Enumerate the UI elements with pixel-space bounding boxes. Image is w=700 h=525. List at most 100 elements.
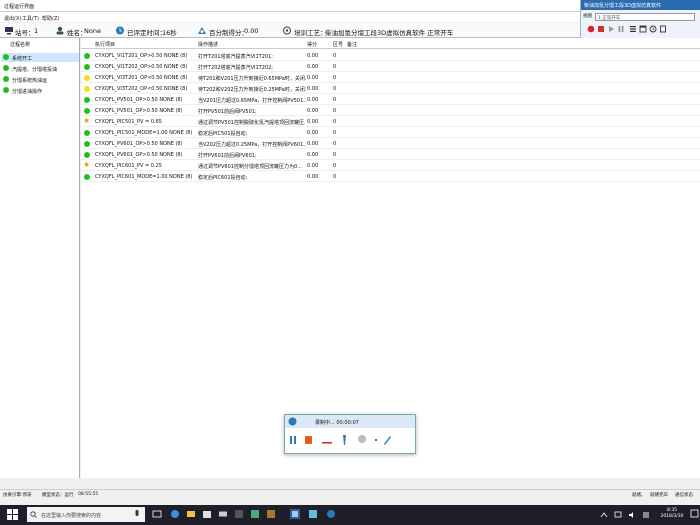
volume-icon[interactable] bbox=[628, 511, 636, 519]
star-icon: ★ bbox=[83, 116, 91, 125]
step-description: 当V202压力超过0.25MPa，打开控制阀PV601... bbox=[198, 142, 306, 148]
table-row[interactable]: CYXQFL_VI1T201_OP>0.50 NONE (8) 打开T201塔底汽… bbox=[81, 50, 700, 61]
step-zone: 0 bbox=[333, 174, 337, 180]
app-icon[interactable] bbox=[266, 509, 276, 519]
step-zone: 0 bbox=[333, 163, 337, 169]
file-explorer-icon[interactable] bbox=[186, 509, 196, 519]
mail-icon[interactable] bbox=[218, 509, 228, 519]
eraser-icon[interactable] bbox=[357, 434, 367, 446]
window-icon[interactable] bbox=[639, 25, 647, 33]
step-item: CYXQFL_PIC601_MODE=1.00 NONE (8) bbox=[95, 174, 193, 180]
column-header: 备注 bbox=[347, 42, 358, 48]
step-score: 0.00 bbox=[307, 86, 319, 92]
step-description: 通过调节PV501控制脱硫化氢汽提塔顶回流罐压... bbox=[198, 120, 306, 126]
simulator-app-icon[interactable] bbox=[290, 509, 300, 519]
process-item-label: 汽提塔、分馏塔投油 bbox=[12, 66, 58, 73]
step-zone: 0 bbox=[333, 97, 337, 103]
status-dot-icon bbox=[84, 63, 90, 70]
menu-tools[interactable]: 工具(T) bbox=[22, 15, 39, 22]
step-item: CYXQFL_PV601_OP>0.50 NONE (8) bbox=[95, 152, 183, 158]
status-time: 08:55:55 bbox=[78, 492, 99, 497]
app-icon[interactable] bbox=[234, 509, 244, 519]
microphone-icon[interactable] bbox=[133, 509, 141, 520]
table-row[interactable]: ★ CYXQFL_PIC601_PV = 0.25 通过调节PV601控制分馏塔顶回… bbox=[81, 160, 700, 171]
column-header: 得分 bbox=[307, 42, 318, 48]
process-item-label: 分馏进油操作 bbox=[12, 88, 43, 95]
table-row[interactable]: CYXQFL_VI3T201_OP<0.50 NONE (8) 待T201和V20… bbox=[81, 72, 700, 83]
comm-status: 通信状态 bbox=[675, 493, 693, 498]
pause-icon[interactable] bbox=[289, 435, 297, 445]
computer-icon bbox=[5, 27, 13, 35]
notification-icon[interactable] bbox=[690, 509, 699, 519]
app-icon[interactable] bbox=[250, 509, 260, 519]
list-icon[interactable] bbox=[629, 25, 637, 33]
step-description: 稳定后PIC601投自动; bbox=[198, 175, 248, 181]
name-value: None bbox=[84, 27, 101, 35]
step-item: CYXQFL_PV601_OP>0.50 NONE (8) bbox=[95, 141, 183, 147]
step-score: 0.00 bbox=[307, 152, 319, 158]
step-zone: 0 bbox=[333, 130, 337, 136]
step-description: 打开T201塔底汽提蒸汽VI1T201; bbox=[198, 54, 273, 60]
marker-icon[interactable] bbox=[382, 434, 392, 446]
task-view-icon[interactable] bbox=[152, 509, 162, 519]
table-row[interactable]: CYXQFL_VI3T202_OP<0.50 NONE (8) 待T202和V20… bbox=[81, 83, 700, 94]
process-item[interactable]: 分馏进油操作 bbox=[1, 86, 79, 95]
more-icon[interactable] bbox=[373, 435, 379, 445]
table-row[interactable]: CYXQFL_PV501_OP>0.50 NONE (8) 当V201压力超过0.… bbox=[81, 94, 700, 105]
input-method-icon[interactable] bbox=[642, 511, 650, 519]
taskbar-clock[interactable]: 8:35 2018/3/30 bbox=[655, 508, 689, 520]
status-dot-icon bbox=[3, 87, 9, 93]
step-item: CYXQFL_PV501_OP>0.50 NONE (8) bbox=[95, 108, 183, 114]
app-icon[interactable] bbox=[308, 509, 318, 519]
view-select[interactable]: 1.正常开车 bbox=[595, 13, 695, 21]
process-item[interactable]: 分馏系统热油运 bbox=[1, 75, 79, 84]
table-row[interactable]: CYXQFL_PV601_OP>0.50 NONE (8) 打开PV601前后阀P… bbox=[81, 149, 700, 160]
store-icon[interactable] bbox=[202, 509, 212, 519]
header-divider bbox=[81, 48, 700, 49]
menu-exit[interactable]: 退出(X) bbox=[4, 15, 21, 22]
underline-icon[interactable] bbox=[322, 441, 332, 445]
status-dot-icon bbox=[84, 107, 90, 114]
pause-icon[interactable] bbox=[617, 25, 625, 33]
stop-icon[interactable] bbox=[597, 25, 605, 33]
table-row[interactable]: CYXQFL_PIC501_MODE=1.00 NONE (8) 稳定后PIC50… bbox=[81, 127, 700, 138]
step-zone: 0 bbox=[333, 53, 337, 59]
process-value: 柴油加氢分馏工段3D虚拟仿真软件 正常开车 bbox=[325, 29, 454, 37]
step-score: 0.00 bbox=[307, 141, 319, 147]
station-label: 站号： bbox=[15, 29, 35, 37]
table-row[interactable]: CYXQFL_PV501_OP>0.50 NONE (8) 打开PV501前后阀P… bbox=[81, 105, 700, 116]
network-icon[interactable] bbox=[614, 511, 622, 519]
step-description: 通过调节PV601控制分馏塔顶回流罐压力为0... bbox=[198, 164, 302, 170]
search-icon bbox=[30, 511, 37, 518]
table-row[interactable]: CYXQFL_PIC601_MODE=1.00 NONE (8) 稳定后PIC60… bbox=[81, 171, 700, 182]
play-icon[interactable] bbox=[607, 25, 615, 33]
recorder-header: 录制中... 00:00:07 bbox=[285, 415, 415, 428]
windows-start-icon[interactable] bbox=[7, 509, 18, 520]
engine-status: 仿真引擎:停滞 bbox=[3, 493, 32, 498]
table-row[interactable]: CYXQFL_VI1T202_OP>0.50 NONE (8) 打开T202塔底汽… bbox=[81, 61, 700, 72]
tray-arrow-icon[interactable] bbox=[600, 511, 608, 519]
step-score: 0.00 bbox=[307, 174, 319, 180]
menu-help[interactable]: 帮助(Z) bbox=[42, 15, 59, 22]
recorder-status: 录制中... 00:00:07 bbox=[315, 420, 359, 426]
process-label: 培训工艺： bbox=[294, 29, 327, 37]
taskbar-search[interactable]: 在这里输入你要搜索的内容 bbox=[27, 507, 145, 522]
document-icon[interactable] bbox=[659, 25, 667, 33]
edge-icon[interactable] bbox=[170, 509, 180, 519]
stop-icon[interactable] bbox=[304, 435, 313, 445]
record-icon[interactable] bbox=[587, 25, 595, 33]
pen-icon[interactable] bbox=[340, 434, 349, 446]
table-row[interactable]: ★ CYXQFL_PIC501_PV = 0.65 通过调节PV501控制脱硫化氢汽… bbox=[81, 116, 700, 127]
table-row[interactable]: CYXQFL_PV601_OP>0.50 NONE (8) 当V202压力超过0.… bbox=[81, 138, 700, 149]
station-value: 1 bbox=[34, 27, 39, 35]
process-item[interactable]: 汽提塔、分馏塔投油 bbox=[1, 64, 79, 73]
process-item-label: 分馏系统热油运 bbox=[12, 77, 48, 84]
process-item[interactable]: 系统开工 bbox=[1, 53, 79, 62]
view-select-label: 视图 bbox=[583, 14, 592, 19]
recorder-app-icon[interactable] bbox=[326, 509, 336, 519]
status-dot-icon bbox=[84, 85, 90, 92]
timer-icon[interactable] bbox=[649, 25, 657, 33]
status-dot-icon bbox=[84, 52, 90, 59]
step-zone: 0 bbox=[333, 86, 337, 92]
step-item: CYXQFL_VI1T201_OP>0.50 NONE (8) bbox=[95, 53, 188, 59]
